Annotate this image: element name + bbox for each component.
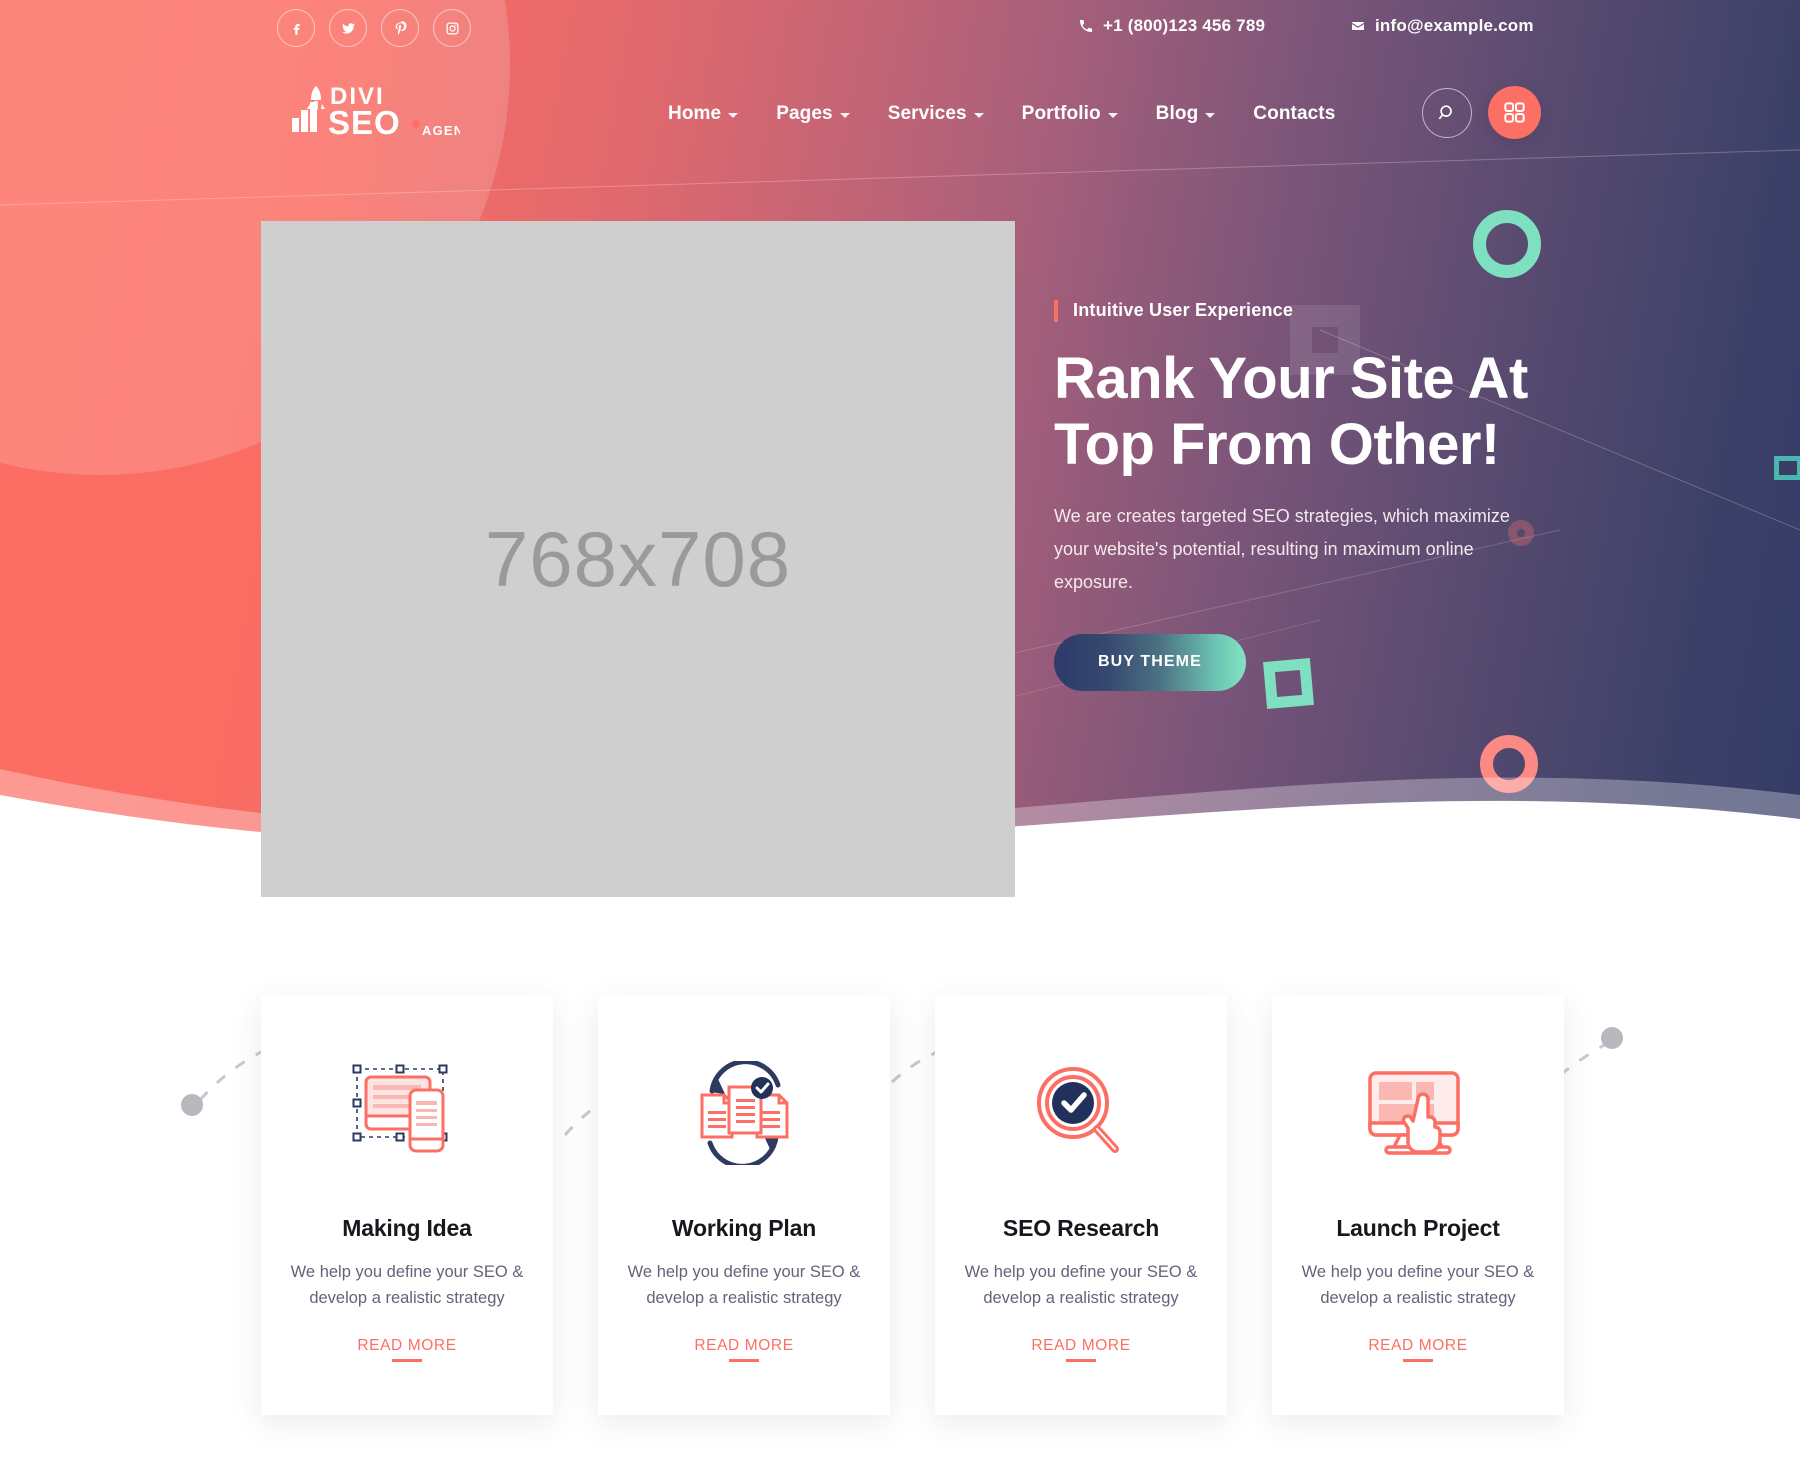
hero-eyebrow: Intuitive User Experience: [1054, 300, 1614, 322]
feature-card-title: SEO Research: [1002, 1215, 1160, 1241]
decorative-ring-mint: [1473, 210, 1541, 278]
chevron-down-icon: [1205, 113, 1216, 118]
feature-card-working-plan[interactable]: Working Plan We help you define your SEO…: [598, 995, 890, 1415]
search-icon: [1438, 104, 1452, 119]
hero-title-line2: Top From Other!: [1054, 411, 1500, 477]
social-link-facebook[interactable]: [277, 9, 315, 47]
contact-phone-label: +1 (800)123 456 789: [1103, 16, 1266, 35]
feature-card-read-more-label: READ MORE: [357, 1337, 457, 1355]
feature-card-making-idea[interactable]: Making Idea We help you define your SEO …: [261, 995, 553, 1415]
chevron-down-icon: [973, 113, 984, 118]
primary-menu: Home Pages Services Portfolio Blog Conta…: [668, 103, 1335, 125]
phone-icon: [1080, 20, 1092, 32]
feature-card-title: Launch Project: [1336, 1215, 1500, 1241]
chevron-down-icon: [1107, 113, 1118, 118]
grid-menu-icon: [1504, 102, 1525, 123]
feature-card-title: Making Idea: [342, 1215, 472, 1241]
buy-theme-button[interactable]: BUY THEME: [1054, 633, 1246, 691]
nav-item-services-label: Services: [887, 103, 967, 124]
magnifier-check-icon: [1023, 1057, 1139, 1169]
nav-item-blog-label: Blog: [1155, 103, 1199, 124]
feature-card-title: Working Plan: [671, 1215, 817, 1241]
grid-menu-button[interactable]: [1488, 86, 1541, 139]
social-link-instagram[interactable]: [433, 9, 471, 47]
nav-item-contacts[interactable]: Contacts: [1253, 103, 1335, 125]
site-logo[interactable]: DIVI SEO AGENCY: [290, 80, 460, 142]
feature-card-description: We help you define your SEO & develop a …: [964, 1263, 1198, 1307]
hero-image-placeholder-label: 768x708: [484, 514, 792, 603]
monitor-click-icon: [1360, 1057, 1476, 1169]
devices-design-icon: [349, 1057, 465, 1169]
search-button[interactable]: [1422, 87, 1472, 138]
feature-card-read-more-label: READ MORE: [694, 1337, 794, 1355]
nav-item-pages-label: Pages: [776, 103, 833, 124]
feature-card-read-more[interactable]: READ MORE: [694, 1311, 793, 1362]
features-section: Making Idea We help you define your SEO …: [0, 960, 1800, 1430]
feature-card-read-more-label: READ MORE: [1031, 1337, 1131, 1355]
main-navigation-bar: DIVI SEO AGENCY Home Pages Services: [0, 58, 1800, 168]
nav-actions: [1422, 86, 1541, 139]
documents-cycle-icon: [686, 1057, 802, 1169]
decorative-square-teal: [1774, 456, 1800, 480]
read-more-underline: [1403, 1359, 1433, 1362]
nav-item-portfolio[interactable]: Portfolio: [1022, 103, 1118, 125]
hero-title-line1: Rank Your Site At: [1054, 345, 1528, 411]
landing-page: +1 (800)123 456 789 info@example.com DIV…: [0, 0, 1800, 1478]
social-links: [277, 9, 471, 47]
feature-card-description: We help you define your SEO & develop a …: [627, 1263, 861, 1307]
feature-card-launch-project[interactable]: Launch Project We help you define your S…: [1272, 995, 1564, 1415]
nav-item-pages[interactable]: Pages: [776, 103, 850, 125]
facebook-icon: [293, 23, 300, 35]
logo-mark: DIVI SEO AGENCY: [292, 83, 460, 141]
read-more-underline: [1066, 1359, 1096, 1362]
chevron-down-icon: [728, 113, 739, 118]
hero-title: Rank Your Site At Top From Other!: [1054, 346, 1614, 478]
contact-email[interactable]: info@example.com: [1350, 16, 1534, 36]
envelope-icon: [1352, 22, 1364, 30]
chevron-down-icon: [839, 113, 850, 118]
twitter-icon: [341, 22, 355, 34]
read-more-underline: [729, 1359, 759, 1362]
nav-item-contacts-label: Contacts: [1253, 103, 1336, 124]
social-link-pinterest[interactable]: [381, 9, 419, 47]
social-link-twitter[interactable]: [329, 9, 367, 47]
hero-description: We are creates targeted SEO strategies, …: [1054, 505, 1510, 593]
contact-phone[interactable]: +1 (800)123 456 789: [1078, 16, 1265, 36]
nav-item-home[interactable]: Home: [668, 103, 739, 125]
hero-image-placeholder: 768x708: [261, 221, 1015, 897]
contact-email-label: info@example.com: [1375, 16, 1534, 35]
feature-cards: Making Idea We help you define your SEO …: [261, 995, 1564, 1415]
nav-item-services[interactable]: Services: [888, 103, 984, 125]
feature-card-description: We help you define your SEO & develop a …: [1301, 1263, 1535, 1307]
feature-card-read-more[interactable]: READ MORE: [357, 1311, 456, 1362]
feature-card-description: We help you define your SEO & develop a …: [290, 1263, 524, 1307]
nav-item-blog[interactable]: Blog: [1156, 103, 1216, 125]
feature-card-seo-research[interactable]: SEO Research We help you define your SEO…: [935, 995, 1227, 1415]
feature-card-read-more[interactable]: READ MORE: [1031, 1311, 1130, 1362]
feature-card-read-more[interactable]: READ MORE: [1368, 1311, 1467, 1362]
pinterest-icon: [395, 20, 407, 35]
hero-content: Intuitive User Experience Rank Your Site…: [1054, 300, 1614, 691]
nav-item-home-label: Home: [668, 103, 722, 124]
instagram-icon: [445, 21, 459, 35]
svg-text:SEO: SEO: [328, 104, 401, 141]
top-bar: +1 (800)123 456 789 info@example.com: [0, 0, 1800, 58]
feature-card-read-more-label: READ MORE: [1368, 1337, 1468, 1355]
read-more-underline: [392, 1359, 422, 1362]
svg-text:AGENCY: AGENCY: [422, 123, 460, 138]
nav-item-portfolio-label: Portfolio: [1021, 103, 1101, 124]
